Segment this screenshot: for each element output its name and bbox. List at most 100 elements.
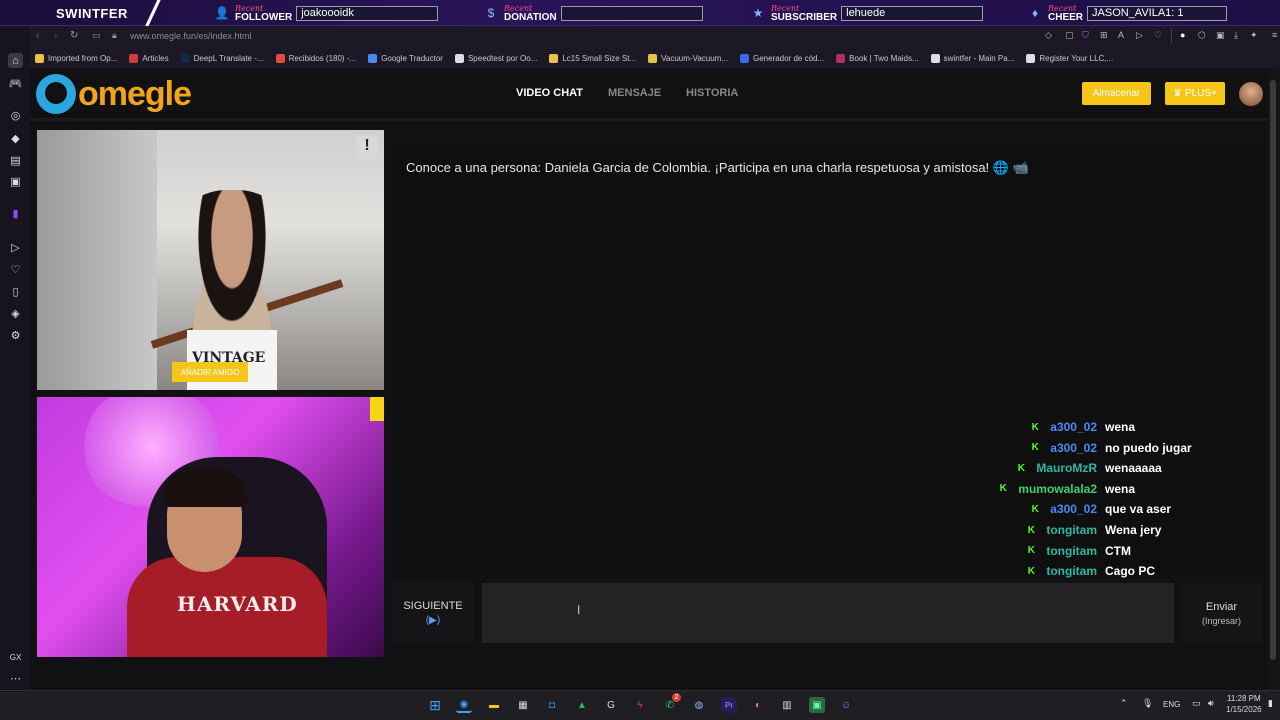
browser-sidebar: ⌂ 🎮 ◎ ◆ ▤ ▣ ▮ ▷ ♡ ▯ ◈ ⚙ GX ⋯ [0, 26, 30, 690]
message-input[interactable] [482, 583, 1174, 643]
g-app-icon[interactable]: G [603, 697, 619, 713]
notification-icon[interactable]: ▮ [1268, 698, 1273, 709]
windows-start-icon[interactable]: ⊞ [427, 697, 443, 713]
bookmark-item[interactable]: Vacuum-Vacuum... [648, 53, 728, 63]
discord-icon[interactable]: ☺ [838, 697, 854, 713]
chat-username: a300_02 [1050, 440, 1097, 455]
bookmark-favicon-icon [129, 53, 139, 63]
volume-icon[interactable]: 🔊︎ [1208, 698, 1214, 709]
tray-chevron-icon[interactable]: ⌃ [1120, 698, 1128, 709]
taskbar-clock[interactable]: 11:28 PM 1/15/2026 [1226, 693, 1262, 715]
nav-mensaje[interactable]: MENSAJE [608, 87, 661, 99]
kick-icon: K [999, 483, 1007, 495]
nav-historia[interactable]: HISTORIA [686, 87, 738, 99]
bookmark-label: Generador de cód... [753, 53, 825, 63]
media-icon[interactable]: ▤ [8, 153, 23, 168]
nav-video-chat[interactable]: VIDEO CHAT [516, 87, 583, 99]
app-chat-icon[interactable]: ▣ [809, 697, 825, 713]
shield-icon[interactable]: ⛉ [1082, 30, 1089, 41]
bookmark-item[interactable]: Book | Two Maids... [836, 53, 919, 63]
address-bar: ‹ › ↻ ▭ 🔒︎ www.omegle.fun/es/index.html … [30, 26, 1280, 48]
chat-username: a300_02 [1050, 420, 1097, 434]
follower-label: FOLLOWER [235, 12, 293, 23]
extensions-icon[interactable]: ◈ [8, 306, 23, 321]
subscriber-value: lehuede [841, 5, 984, 21]
back-icon[interactable]: ‹ [36, 30, 39, 41]
omegle-logo[interactable]: omegle [36, 74, 196, 114]
app-green-icon[interactable]: ▲ [574, 697, 590, 713]
home-icon[interactable]: ⌂ [8, 53, 23, 68]
url-field[interactable]: www.omegle.fun/es/index.html [130, 31, 252, 41]
divider [1171, 29, 1172, 43]
bookmark-icon[interactable]: ◇ [1045, 30, 1052, 41]
extension-icon[interactable]: ⊞ [1100, 30, 1108, 41]
screenshot-icon[interactable]: ▢ [1065, 30, 1074, 41]
notes-icon[interactable]: ▯ [8, 284, 23, 299]
forward-icon[interactable]: › [54, 30, 57, 41]
bookmark-item[interactable]: Speedtest por Oo... [454, 53, 537, 63]
browser-taskbar-icon[interactable]: ◉ [456, 697, 472, 713]
plus-button[interactable]: ♛ PLUS+ [1165, 82, 1225, 105]
bookmark-label: Lc15 Small Size St... [562, 53, 637, 63]
bookmark-item[interactable]: Imported from Op... [35, 53, 117, 63]
speed-icon[interactable]: ◎ [8, 108, 23, 123]
bookmark-favicon-icon [454, 53, 464, 63]
header-divider [30, 118, 1268, 121]
profile-icon[interactable]: ● [1180, 30, 1185, 40]
store-taskbar-icon[interactable]: ▦ [515, 697, 531, 713]
tab-snap-icon[interactable]: ▭ [92, 30, 101, 41]
clock-date: 1/15/2026 [1226, 705, 1262, 714]
outlook-icon[interactable]: ◘ [544, 697, 560, 713]
ai-icon[interactable]: ✦ [1250, 30, 1258, 41]
bookmark-item[interactable]: DeepL Translate -... [180, 53, 264, 63]
scrollbar-thumb[interactable] [1270, 80, 1276, 660]
bolt-app-icon[interactable]: ϟ [632, 697, 648, 713]
player-icon[interactable]: ▷ [8, 240, 23, 255]
bookmark-item[interactable]: Articles [129, 53, 169, 63]
menu-icon[interactable]: ≡ [1272, 30, 1277, 40]
gx-icon[interactable]: GX [8, 650, 23, 665]
obs-icon[interactable]: ▥ [779, 697, 795, 713]
user-avatar[interactable] [1239, 82, 1263, 106]
heart-icon[interactable]: ♡ [8, 262, 23, 277]
bookmark-item[interactable]: Google Traductor [368, 53, 443, 63]
chat-text: wena [1105, 481, 1136, 496]
bolt-icon[interactable]: ◆ [8, 131, 23, 146]
play-icon[interactable]: ▷ [1136, 30, 1143, 41]
translate-icon[interactable]: A [1118, 30, 1124, 40]
file-explorer-icon[interactable]: ▬ [486, 697, 502, 713]
star-icon: ★ [752, 6, 764, 20]
heart-outline-icon[interactable]: ♡ [1154, 30, 1162, 41]
microphone-icon[interactable]: 🎙︎ [1142, 698, 1153, 709]
report-button[interactable]: ! [356, 135, 378, 157]
bookmark-item[interactable]: Register Your LLC,... [1026, 53, 1114, 63]
download-icon[interactable]: ⤓ [1234, 30, 1238, 41]
bookmark-item[interactable]: Generador de cód... [740, 53, 825, 63]
video-corner-tab [370, 397, 384, 421]
twitch-icon[interactable]: ▮ [8, 206, 23, 221]
store-button[interactable]: Almacenar [1082, 82, 1151, 105]
wallet-icon[interactable]: ▣ [1216, 30, 1225, 41]
chat-message-row: Kmumowalala2 wena [0, 482, 1195, 496]
next-button[interactable]: SIGUIENTE (▶) [392, 582, 474, 644]
gamepad-icon[interactable]: 🎮 [8, 76, 23, 91]
bookmark-label: Register Your LLC,... [1039, 53, 1114, 63]
bookmark-item[interactable]: Recibidos (180) -... [275, 53, 356, 63]
store-icon[interactable]: ▣ [8, 174, 23, 189]
more-icon[interactable]: ⋯ [8, 671, 23, 686]
steam-icon[interactable]: ◍ [691, 697, 707, 713]
bookmark-item[interactable]: swintfer - Main Pa... [930, 53, 1014, 63]
send-button[interactable]: Enviar (Ingresar) [1181, 583, 1262, 643]
monitor-icon[interactable]: ▭ [1192, 698, 1201, 709]
user-icon: 👤 [214, 6, 230, 20]
chat-username: tongitam [1046, 543, 1097, 558]
add-friend-button[interactable]: AÑADIR AMIGO [172, 362, 248, 382]
premiere-icon[interactable]: Pr [721, 697, 737, 713]
cube-icon[interactable]: ⬡ [1198, 30, 1206, 41]
bookmark-item[interactable]: Lc15 Small Size St... [549, 53, 637, 63]
bookmark-favicon-icon [180, 53, 190, 63]
settings-icon[interactable]: ⚙ [8, 328, 23, 343]
photos-icon[interactable]: ◐ [750, 697, 766, 713]
language-indicator[interactable]: ENG [1163, 700, 1180, 709]
reload-icon[interactable]: ↻ [70, 30, 78, 41]
